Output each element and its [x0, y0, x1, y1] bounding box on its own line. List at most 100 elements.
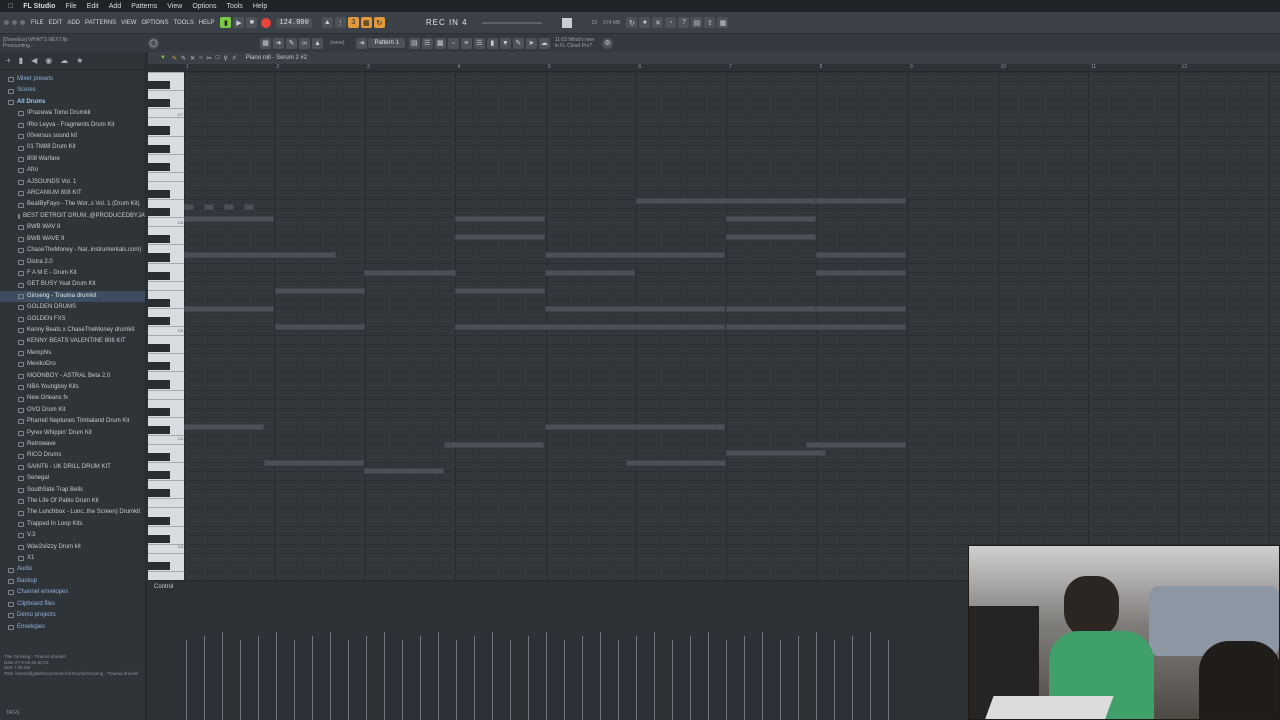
note[interactable]	[184, 216, 274, 222]
black-key[interactable]	[148, 489, 170, 498]
velocity-bar[interactable]	[582, 636, 583, 720]
tree-icon[interactable]: ☰	[473, 37, 485, 49]
browser-item[interactable]: SouthSide Trap Bells	[0, 485, 145, 496]
fl-menu-view[interactable]: VIEW	[121, 20, 136, 26]
note[interactable]	[545, 270, 635, 276]
note[interactable]	[726, 234, 816, 240]
velocity-bar[interactable]	[798, 636, 799, 720]
note[interactable]	[184, 204, 194, 210]
black-key[interactable]	[148, 99, 170, 108]
browser-item[interactable]: Pharrell Neptunes Timbaland Drum Kit	[0, 416, 145, 427]
velocity-bar[interactable]	[888, 640, 889, 720]
browser-item[interactable]: Clipboard files	[0, 599, 145, 610]
browser-item[interactable]: 01 TM88 Drum Kit	[0, 142, 145, 153]
lock-icon[interactable]: ▫	[665, 17, 677, 28]
browser-item[interactable]: MOONBOY - ASTRAL Beta 2.0	[0, 371, 145, 382]
note[interactable]	[816, 306, 906, 312]
play-button[interactable]: ▶	[233, 17, 245, 28]
browser-item[interactable]: Trapped In Loop Kits	[0, 519, 145, 530]
note[interactable]	[816, 270, 906, 276]
browser-item[interactable]: Memphis	[0, 348, 145, 359]
browser-item[interactable]: Demo projects	[0, 610, 145, 621]
draw-tool-icon[interactable]: ✎	[172, 55, 177, 62]
mac-menu-tools[interactable]: Tools	[226, 3, 242, 10]
cloud-icon[interactable]: ☁	[538, 37, 550, 49]
browser-item[interactable]: Ginseng - Trauma drumkit	[0, 290, 145, 303]
browser-item[interactable]: Envelopes	[0, 622, 145, 633]
note[interactable]	[264, 460, 364, 466]
pattern-selector[interactable]: Pattern 1	[368, 38, 405, 48]
browser-file-icon[interactable]: ▮	[19, 56, 23, 65]
velocity-bar[interactable]	[636, 636, 637, 720]
upload-icon[interactable]: ⇧	[704, 17, 716, 28]
minimize-dot[interactable]	[12, 20, 17, 25]
browser-item[interactable]: 00versus sound kit	[0, 131, 145, 142]
wait-icon[interactable]: ⋮	[334, 17, 346, 28]
timeline-ruler[interactable]: 1 2 3 4 5 6 7 8 9 10 11 12	[184, 64, 1280, 72]
note[interactable]	[455, 324, 725, 330]
control-label[interactable]: Control	[154, 584, 173, 590]
browser-item[interactable]: ARCANIUM 808 KIT	[0, 188, 145, 199]
delete-tool-icon[interactable]: ✕	[190, 55, 195, 62]
browser-item[interactable]: Wav2slizzy Drum kit	[0, 542, 145, 553]
velocity-bar[interactable]	[366, 636, 367, 720]
black-key[interactable]	[148, 271, 170, 280]
velocity-bar[interactable]	[762, 632, 763, 720]
browser-target-icon[interactable]: ◉	[45, 56, 52, 65]
piano-roll-menu-icon[interactable]: ▼	[160, 55, 166, 61]
channel-rack-icon[interactable]: ▦	[434, 37, 446, 49]
note[interactable]	[806, 442, 906, 448]
browser-item[interactable]: Channel envelopes	[0, 587, 145, 598]
black-key[interactable]	[148, 561, 170, 570]
note[interactable]	[455, 234, 545, 240]
note[interactable]	[626, 460, 726, 466]
velocity-bar[interactable]	[834, 640, 835, 720]
velocity-bar[interactable]	[492, 632, 493, 720]
velocity-bar[interactable]	[780, 640, 781, 720]
black-key[interactable]	[148, 425, 170, 434]
zoom-dot[interactable]	[20, 20, 25, 25]
browser-item[interactable]: Scores	[0, 85, 145, 96]
countdown-icon[interactable]: 3	[347, 17, 359, 28]
velocity-bar[interactable]	[690, 636, 691, 720]
sliders-icon[interactable]: ≡	[460, 37, 472, 49]
mac-menu-view[interactable]: View	[167, 3, 182, 10]
note[interactable]	[726, 450, 826, 456]
note[interactable]	[184, 252, 336, 258]
browser-item[interactable]: New Orleans fx	[0, 393, 145, 404]
velocity-bar[interactable]	[474, 636, 475, 720]
velocity-bar[interactable]	[816, 632, 817, 720]
piano-icon[interactable]: ▦	[717, 17, 729, 28]
fl-menu-tools[interactable]: TOOLS	[174, 20, 194, 26]
apple-icon[interactable]: 	[8, 3, 13, 10]
snap-select[interactable]: (none)	[330, 40, 344, 46]
note[interactable]	[364, 270, 456, 276]
black-key[interactable]	[148, 189, 170, 199]
velocity-bar[interactable]	[744, 636, 745, 720]
velocity-bar[interactable]	[600, 632, 601, 720]
note[interactable]	[636, 198, 816, 204]
mac-menu-patterns[interactable]: Patterns	[131, 3, 157, 10]
note[interactable]	[275, 324, 365, 330]
velocity-bar[interactable]	[708, 632, 709, 720]
note[interactable]	[204, 204, 214, 210]
browser-star-icon[interactable]: ★	[76, 56, 83, 65]
slice-tool-icon[interactable]: ✂	[207, 55, 212, 62]
playlist-icon[interactable]: ▤	[408, 37, 420, 49]
note[interactable]	[816, 198, 906, 204]
tags-label[interactable]: TAGS	[6, 710, 19, 716]
browser-item[interactable]: X1	[0, 553, 145, 564]
velocity-bar[interactable]	[564, 640, 565, 720]
speaker-icon[interactable]: ♬	[232, 55, 238, 61]
note[interactable]	[184, 424, 264, 430]
velocity-bar[interactable]	[852, 636, 853, 720]
black-key[interactable]	[148, 471, 170, 480]
note[interactable]	[364, 468, 444, 474]
velocity-bar[interactable]	[186, 640, 187, 720]
note[interactable]	[726, 324, 906, 330]
velocity-bar[interactable]	[330, 632, 331, 720]
velocity-bar[interactable]	[240, 640, 241, 720]
velocity-bar[interactable]	[528, 636, 529, 720]
browser-item[interactable]: Kenny Beats x ChaseTheMoney drumkit	[0, 325, 145, 336]
fl-menu-patterns[interactable]: PATTERNS	[85, 20, 116, 26]
